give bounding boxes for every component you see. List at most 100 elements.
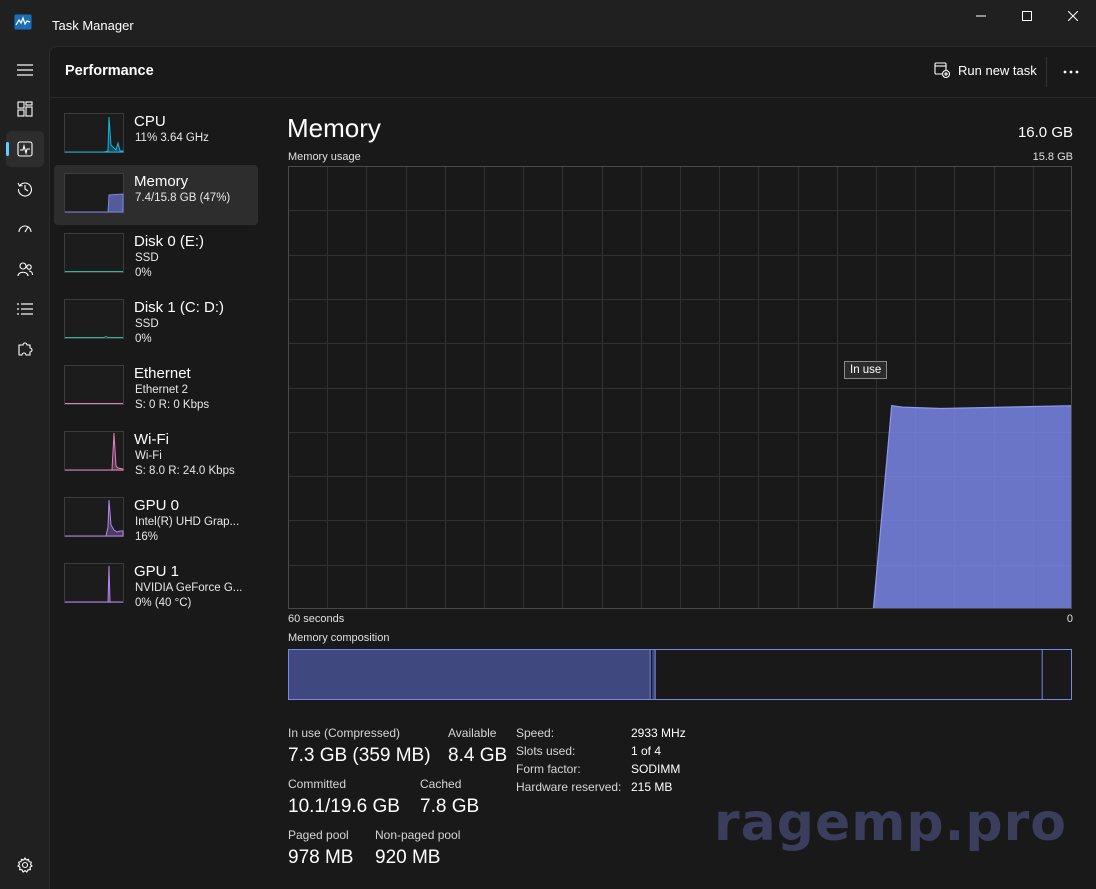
page-title: Performance: [65, 63, 154, 79]
device-detail: 16%: [135, 531, 159, 543]
memory-heading: Memory: [287, 113, 381, 143]
navigation-rail: [0, 46, 49, 889]
device-name: Disk 0 (E:): [134, 233, 205, 250]
device-detail: 0%: [135, 333, 152, 345]
memory-thumbnail-graph: [64, 173, 124, 213]
history-icon: [17, 182, 33, 197]
form-factor-label: Form factor:: [516, 762, 581, 776]
device-name: Disk 1 (C: D:): [134, 299, 224, 316]
nav-processes[interactable]: [6, 91, 44, 127]
nav-performance[interactable]: [6, 131, 44, 167]
speed-value: 2933 MHz: [631, 726, 686, 740]
menu-button[interactable]: [6, 52, 44, 88]
list-icon: [17, 303, 33, 315]
nav-users[interactable]: [6, 251, 44, 287]
device-memory[interactable]: Memory 7.4/15.8 GB (47%): [54, 165, 258, 225]
gpu-thumbnail-graph: [64, 497, 124, 537]
hamburger-icon: [17, 64, 33, 76]
adapter-name: Ethernet 2: [135, 384, 189, 396]
device-type: SSD: [135, 252, 159, 264]
paged-pool-value: 978 MB: [288, 847, 354, 868]
memory-usage-label: Memory usage: [288, 151, 361, 163]
run-task-icon: [934, 62, 950, 78]
device-name: Memory: [134, 173, 189, 190]
maximize-icon: [1022, 11, 1032, 21]
non-paged-pool-value: 920 MB: [375, 847, 441, 868]
gpu-model: Intel(R) UHD Grap...: [135, 516, 240, 528]
wifi-thumbnail-graph: [64, 431, 124, 471]
device-name: GPU 1: [134, 563, 180, 580]
device-gpu-1[interactable]: GPU 1 NVIDIA GeForce G... 0% (40 °C): [54, 555, 258, 615]
device-disk-1[interactable]: Disk 1 (C: D:) SSD 0%: [54, 291, 258, 351]
watermark-text: ragemp.pro: [714, 793, 1067, 853]
x-axis-left-label: 60 seconds: [288, 613, 345, 625]
paged-pool-label: Paged pool: [288, 828, 349, 842]
gpu-model: NVIDIA GeForce G...: [135, 582, 243, 594]
memory-usage-graph: [288, 166, 1072, 609]
memory-total: 16.0 GB: [1017, 124, 1073, 141]
hardware-reserved-label: Hardware reserved:: [516, 780, 622, 794]
cached-label: Cached: [420, 777, 462, 791]
device-name: Ethernet: [134, 365, 191, 382]
device-detail: S: 0 R: 0 Kbps: [135, 399, 210, 411]
run-new-task-label: Run new task: [958, 62, 1037, 78]
device-gpu-0[interactable]: GPU 0 Intel(R) UHD Grap... 16%: [54, 489, 258, 549]
memory-composition-label: Memory composition: [288, 632, 390, 644]
device-wifi[interactable]: Wi-Fi Wi-Fi S: 8.0 R: 24.0 Kbps: [54, 423, 258, 483]
close-icon: [1068, 11, 1078, 21]
form-factor-value: SODIMM: [631, 762, 681, 776]
device-detail: 0%: [135, 267, 152, 279]
speedometer-icon: [18, 225, 32, 233]
adapter-name: Wi-Fi: [135, 450, 162, 462]
nav-services[interactable]: [6, 331, 44, 367]
slots-used-label: Slots used:: [516, 744, 576, 758]
minimize-button[interactable]: [958, 0, 1004, 32]
maximize-button[interactable]: [1004, 0, 1050, 32]
minimize-icon: [976, 15, 986, 17]
performance-icon: [17, 141, 33, 157]
device-name: CPU: [134, 113, 166, 130]
slots-used-value: 1 of 4: [631, 744, 662, 758]
committed-label: Committed: [288, 777, 347, 791]
x-axis-right-label: 0: [1066, 613, 1073, 625]
run-new-task-button[interactable]: Run new task: [934, 62, 1037, 78]
disk-thumbnail-graph: [64, 233, 124, 273]
window-title: Task Manager: [52, 18, 134, 33]
disk-thumbnail-graph: [64, 299, 124, 339]
more-dots-icon: [1063, 70, 1079, 74]
speed-label: Speed:: [516, 726, 555, 740]
header-divider: [1046, 57, 1047, 87]
device-detail: 0% (40 °C): [135, 597, 192, 609]
nav-app-history[interactable]: [6, 171, 44, 207]
more-options-button[interactable]: [1058, 61, 1084, 83]
task-manager-icon: [14, 14, 32, 30]
in-use-label: In use (Compressed): [288, 726, 401, 740]
device-detail: 7.4/15.8 GB (47%): [135, 192, 231, 204]
users-icon: [17, 262, 33, 277]
content-area: Performance Run new task CPU 11% 3.64 GH…: [49, 46, 1096, 889]
cached-value: 7.8 GB: [420, 796, 480, 817]
nav-details[interactable]: [6, 291, 44, 327]
device-disk-0[interactable]: Disk 0 (E:) SSD 0%: [54, 225, 258, 285]
ethernet-thumbnail-graph: [64, 365, 124, 405]
gpu-thumbnail-graph: [64, 563, 124, 603]
non-paged-pool-label: Non-paged pool: [375, 828, 461, 842]
device-cpu[interactable]: CPU 11% 3.64 GHz: [54, 105, 258, 165]
in-use-tooltip: In use: [844, 361, 888, 379]
puzzle-icon: [18, 342, 33, 356]
page-header: Performance Run new task: [50, 47, 1096, 98]
device-detail: 11% 3.64 GHz: [135, 132, 209, 144]
processes-icon: [17, 101, 33, 117]
committed-value: 10.1/19.6 GB: [288, 796, 400, 817]
device-detail: S: 8.0 R: 24.0 Kbps: [135, 465, 235, 477]
nav-startup-apps[interactable]: [6, 211, 44, 247]
device-name: Wi-Fi: [134, 431, 169, 448]
hardware-reserved-value: 215 MB: [631, 780, 673, 794]
close-button[interactable]: [1050, 0, 1096, 32]
device-ethernet[interactable]: Ethernet Ethernet 2 S: 0 R: 0 Kbps: [54, 357, 258, 417]
available-label: Available: [448, 726, 497, 740]
nav-settings[interactable]: [6, 847, 44, 883]
cpu-thumbnail-graph: [64, 113, 124, 153]
composition-in-use: [288, 649, 651, 700]
memory-usage-max: 15.8 GB: [1032, 151, 1073, 163]
